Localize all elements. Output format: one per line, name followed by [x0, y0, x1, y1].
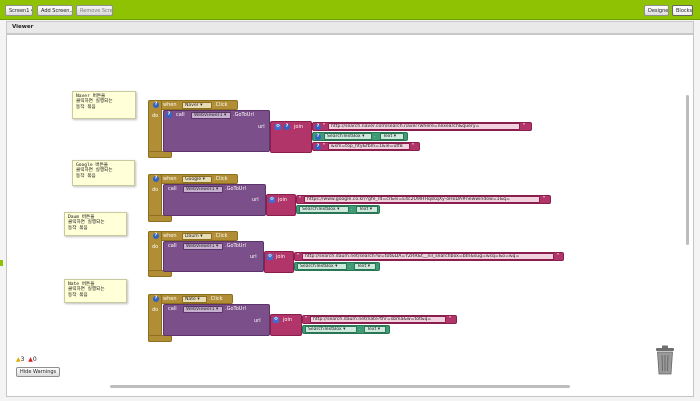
gotourl-label: .GoToUrl [225, 306, 246, 312]
textbox-dropdown-daum[interactable]: SearchTextBox ▾ [297, 263, 347, 270]
click-label: .Click [214, 102, 228, 108]
text-property-dropdown-daum[interactable]: Text ▾ [354, 263, 376, 270]
when-label: when [163, 233, 177, 239]
event-block-google-foot [148, 215, 172, 222]
do-label: do [152, 244, 159, 250]
webviewer-dropdown-daum[interactable]: WebViewer1 ▾ [183, 242, 223, 250]
help-icon[interactable]: ? [166, 112, 172, 118]
join-label: join [283, 317, 293, 323]
event-block-nate-foot [148, 335, 172, 342]
when-label: when [163, 296, 177, 302]
click-label: .Click [214, 176, 228, 182]
help-icon[interactable]: ? [315, 123, 321, 130]
button-dropdown-google[interactable]: Google ▾ [182, 175, 212, 183]
join-label: join [276, 254, 286, 260]
text-value-naver-2[interactable]: &sm=top_hty&fbm=1&ie=utf8 [328, 143, 410, 150]
mutator-gear-icon[interactable]: ⚙ [275, 124, 281, 130]
button-dropdown-nate[interactable]: Nate ▾ [182, 295, 207, 303]
click-label: .Click [214, 233, 228, 239]
dot-label: . [374, 133, 376, 139]
textbox-dropdown-google[interactable]: SearchTextBox ▾ [299, 206, 349, 213]
warnings-indicator: ▲3 ▲0 [16, 356, 37, 364]
url-label: url [252, 197, 259, 203]
horizontal-scrollbar[interactable] [110, 385, 570, 388]
viewer-title: Viewer [12, 24, 34, 30]
gotourl-label: .GoToUrl [233, 112, 254, 118]
warning-count: 3 [20, 356, 25, 363]
dot-label: . [359, 326, 361, 332]
text-value-nate-1[interactable]: http://search.daum.net/nate?thr=sbma&w=t… [310, 316, 446, 323]
error-count: 0 [32, 356, 37, 363]
when-label: when [163, 102, 177, 108]
text-property-dropdown-google[interactable]: Text ▾ [356, 206, 378, 213]
button-dropdown-naver[interactable]: Naver ▾ [182, 101, 212, 109]
help-icon[interactable]: ? [153, 233, 159, 239]
dot-label: . [349, 263, 351, 269]
gotourl-label: .GoToUrl [225, 186, 246, 192]
help-icon[interactable]: ? [153, 102, 159, 108]
click-label: .Click [209, 296, 223, 302]
screen-select-button[interactable]: Screen1 ▾ [5, 5, 33, 16]
button-dropdown-daum[interactable]: Daum ▾ [182, 232, 212, 240]
text-property-dropdown-nate[interactable]: Text ▾ [364, 326, 386, 333]
webviewer-dropdown-google[interactable]: WebViewer1 ▾ [183, 185, 223, 193]
do-label: do [152, 113, 159, 119]
dot-label: . [351, 206, 353, 212]
textbox-dropdown-naver[interactable]: SearchTextBox ▾ [324, 133, 372, 140]
call-label: call [168, 186, 177, 192]
help-icon[interactable]: ? [315, 133, 321, 140]
event-block-naver-body [148, 100, 162, 158]
viewer-header: Viewer [6, 21, 694, 34]
mutator-gear-icon[interactable]: ⚙ [273, 317, 279, 323]
do-label: do [152, 307, 159, 313]
when-label: when [163, 176, 177, 182]
mutator-gear-icon[interactable]: ⚙ [269, 197, 275, 203]
comment-google[interactable]: Google 버튼을 클릭하면 실행되는 동작 묶음 [72, 160, 135, 186]
designer-button[interactable]: Designer [644, 5, 669, 16]
call-label: call [168, 306, 177, 312]
call-label: call [168, 243, 177, 249]
webviewer-dropdown-nate[interactable]: WebViewer1 ▾ [183, 305, 223, 313]
help-icon[interactable]: ? [315, 143, 321, 150]
screen-select-label: Screen1 [9, 8, 30, 14]
help-icon[interactable]: ? [284, 124, 290, 130]
url-label: url [250, 254, 257, 260]
help-icon[interactable]: ? [153, 176, 159, 182]
mutator-gear-icon[interactable]: ⚙ [267, 254, 273, 260]
text-value-daum-1[interactable]: http://search.daum.net/search?w=tot&DA=Y… [302, 253, 554, 260]
vertical-scrollbar[interactable] [686, 95, 689, 245]
join-label: join [278, 197, 288, 203]
remove-screen-button[interactable]: Remove Screen [76, 5, 113, 16]
trash-can-icon[interactable] [655, 345, 675, 375]
url-label: url [258, 124, 265, 130]
comment-nate[interactable]: Nate 버튼을 클릭하면 실행되는 동작 묶음 [64, 279, 127, 303]
join-label: join [294, 124, 304, 130]
comment-daum[interactable]: Daum 버튼을 클릭하면 실행되는 동작 묶음 [64, 212, 127, 236]
call-label: call [176, 112, 185, 118]
top-toolbar: Screen1 ▾ Add Screen... Remove Screen De… [0, 0, 700, 20]
textbox-dropdown-nate[interactable]: SearchTextBox ▾ [305, 326, 357, 333]
chevron-down-icon: ▾ [31, 8, 32, 14]
gotourl-label: .GoToUrl [225, 243, 246, 249]
event-block-naver-foot [148, 151, 172, 158]
text-value-google-1[interactable]: https://www.google.co.kr/?gfe_rd=cr&ei=E… [304, 196, 540, 203]
left-panel-edge [0, 260, 3, 266]
add-screen-button[interactable]: Add Screen... [37, 5, 73, 16]
webviewer-dropdown-naver[interactable]: WebViewer1 ▾ [191, 111, 231, 119]
text-property-dropdown-naver[interactable]: Text ▾ [380, 133, 404, 140]
url-label: url [254, 318, 261, 324]
comment-naver[interactable]: Naver 버튼을 클릭하면 실행되는 동작 묶음 [72, 91, 136, 119]
blocks-button[interactable]: Blocks [672, 5, 693, 16]
do-label: do [152, 187, 159, 193]
help-icon[interactable]: ? [153, 296, 159, 302]
text-value-naver-1[interactable]: http://search.naver.com/search.naver?whe… [328, 123, 520, 130]
hide-warnings-button[interactable]: Hide Warnings [16, 367, 61, 377]
